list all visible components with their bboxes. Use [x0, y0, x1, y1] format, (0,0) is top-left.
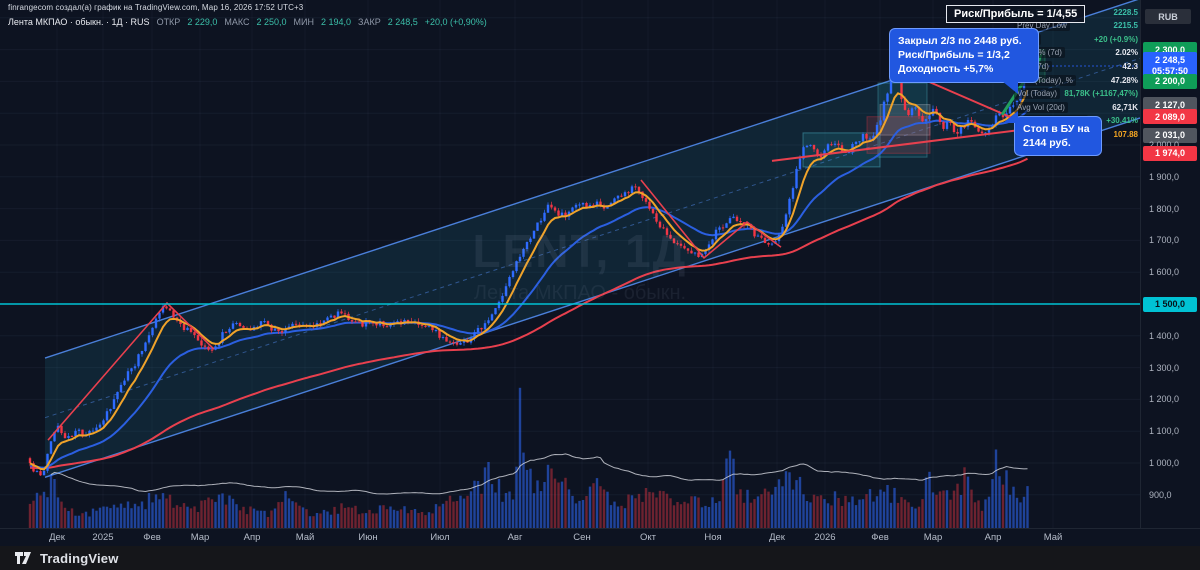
time-tick-label: Сен: [573, 532, 591, 543]
time-tick-label: Май: [295, 532, 315, 543]
volume-ma-line: [50, 453, 1028, 495]
time-tick-label: Авг: [507, 532, 523, 543]
open-value: 2 229,0: [187, 17, 218, 27]
stats-value: 81,78K (+1167,47%): [1064, 89, 1138, 99]
chart-pane[interactable]: LENT, 1Д Лента МКПАО - обыкн. finrangeco…: [0, 0, 1140, 528]
stats-label: Avg Vol (20d): [1014, 101, 1068, 113]
open-label: ОТКР: [156, 17, 181, 27]
chart-byline: finrangecom создал(а) график на TradingV…: [8, 3, 304, 12]
price-tick-label: 1 800,0: [1149, 203, 1180, 214]
price-badge-green: 2 200,0: [1143, 73, 1197, 89]
price-badge-red: 1 974,0: [1143, 145, 1197, 161]
symbol-title[interactable]: Лента МКПАО · обыкн. · 1Д · RUS: [8, 17, 150, 27]
price-tick-label: 1 300,0: [1149, 362, 1180, 373]
callout-line: Доходность +5,7%: [898, 63, 994, 76]
price-badge-cyan: 1 500,0: [1143, 296, 1197, 312]
low-value: 2 194,0: [321, 17, 352, 27]
price-tick-label: 900,0: [1149, 489, 1172, 500]
currency-chip[interactable]: RUB: [1145, 9, 1191, 24]
price-tick-label: 1 400,0: [1149, 330, 1180, 341]
stats-value: 2228.5: [1113, 7, 1138, 17]
high-value: 2 250,0: [256, 17, 287, 27]
tradingview-brand[interactable]: TradingView: [40, 551, 119, 566]
time-tick-label: Дек: [769, 532, 785, 543]
low-label: МИН: [293, 17, 314, 27]
tradingview-chart-window: LENT, 1Д Лента МКПАО - обыкн. finrangeco…: [0, 0, 1200, 570]
stats-value: 2215.5: [1113, 21, 1138, 31]
time-tick-label: Мар: [923, 532, 943, 543]
callout-tail: [1003, 111, 1018, 123]
symbol-ohlc-row[interactable]: Лента МКПАО · обыкн. · 1Д · RUS ОТКР 2 22…: [8, 17, 487, 27]
price-badge-red: 2 089,0: [1143, 109, 1197, 125]
footer-bar: TradingView: [0, 546, 1200, 570]
callout-line: Закрыл 2/3 по 2448 руб.: [898, 35, 1022, 47]
price-tick-label: 1 200,0: [1149, 394, 1180, 405]
time-tick-label: 2025: [92, 532, 114, 543]
time-tick-label: Фев: [871, 532, 889, 543]
callout-stop-breakeven[interactable]: Стоп в БУ на 2144 руб.: [1003, 111, 1102, 157]
stats-value: 47.28%: [1110, 75, 1138, 85]
stats-row: Avg Vol (20d) 62,71K: [1014, 101, 1138, 113]
callout-line: Стоп в БУ на: [1023, 123, 1090, 135]
stats-value: 62,71K: [1112, 102, 1138, 112]
stats-value: +20 (+0.9%): [1093, 34, 1138, 44]
change-value: +20,0 (+0,90%): [424, 17, 487, 27]
price-tick-label: 1 700,0: [1149, 235, 1180, 246]
price-scale[interactable]: RUB 2 300,0 2 248,5 05:57:50 2 200,0 2 127,0…: [1140, 0, 1200, 528]
high-label: МАКС: [224, 17, 250, 27]
tradingview-logo-icon[interactable]: [14, 550, 32, 566]
time-tick-label: Окт: [639, 532, 657, 543]
time-tick-label: Дек: [49, 532, 65, 543]
close-label: ЗАКР: [358, 17, 381, 27]
stats-value: 2.02%: [1115, 48, 1138, 58]
callout-line: Риск/Прибыль = 1/3,2: [898, 49, 1010, 62]
time-tick-label: Апр: [243, 532, 261, 543]
callout-tail: [1002, 80, 1018, 94]
price-tick-label: 1 600,0: [1149, 267, 1180, 278]
time-axis[interactable]: Дек 2025 Фев Мар Апр Май Июн Июл Авг Сен Окт Ноя Дек…: [0, 528, 1200, 547]
callout-closed-position[interactable]: Закрыл 2/3 по 2448 руб. Риск/Прибыль = 1…: [889, 28, 1039, 94]
time-tick-label: Ноя: [704, 532, 722, 543]
price-tick-label: 1 100,0: [1149, 426, 1180, 437]
callout-line: 2144 руб.: [1023, 137, 1071, 150]
time-tick-label: Фев: [143, 532, 161, 543]
stats-value: 107.88: [1113, 129, 1138, 139]
time-tick-label: Июл: [430, 532, 450, 543]
stats-value: +30.41%: [1106, 116, 1138, 126]
price-tick-label: 1 000,0: [1149, 458, 1180, 468]
time-tick-label: Апр: [984, 532, 1002, 543]
close-value: 2 248,5: [387, 17, 418, 27]
stats-label: Vol (Today): [1014, 88, 1061, 100]
time-tick-label: 2026: [814, 532, 836, 543]
time-tick-label: Июн: [358, 532, 378, 543]
risk-reward-label[interactable]: Риск/Прибыль = 1/4,55: [946, 5, 1086, 23]
stats-row: Vol (Today) 81,78K (+1167,47%): [1014, 88, 1138, 100]
time-tick-label: Май: [1043, 532, 1063, 543]
time-tick-label: Мар: [190, 532, 210, 543]
stats-value: 42.3: [1122, 61, 1138, 71]
price-tick-label: 1 900,0: [1149, 171, 1180, 182]
